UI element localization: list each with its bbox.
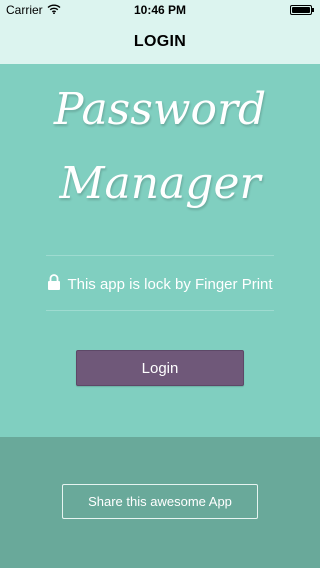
divider-top	[46, 255, 274, 256]
lock-message: This app is lock by Finger Print	[67, 275, 273, 293]
share-app-button[interactable]: Share this awesome App	[62, 484, 258, 519]
nav-bar: LOGIN	[0, 20, 320, 64]
battery-icon	[290, 5, 314, 15]
lock-message-row: This app is lock by Finger Print	[0, 274, 320, 294]
app-title-line2: Manager	[59, 158, 261, 209]
app-title-line1: Password	[53, 84, 267, 135]
status-bar: Carrier 10:46 PM	[0, 0, 320, 20]
divider-bottom	[46, 310, 274, 311]
login-button[interactable]: Login	[76, 350, 244, 386]
lock-icon	[47, 274, 67, 294]
footer-section: Share this awesome App	[0, 437, 320, 568]
page-title: LOGIN	[133, 33, 187, 50]
hero-section: Password Manager This app is lock by Fin…	[0, 64, 320, 437]
status-time: 10:46 PM	[133, 3, 187, 17]
